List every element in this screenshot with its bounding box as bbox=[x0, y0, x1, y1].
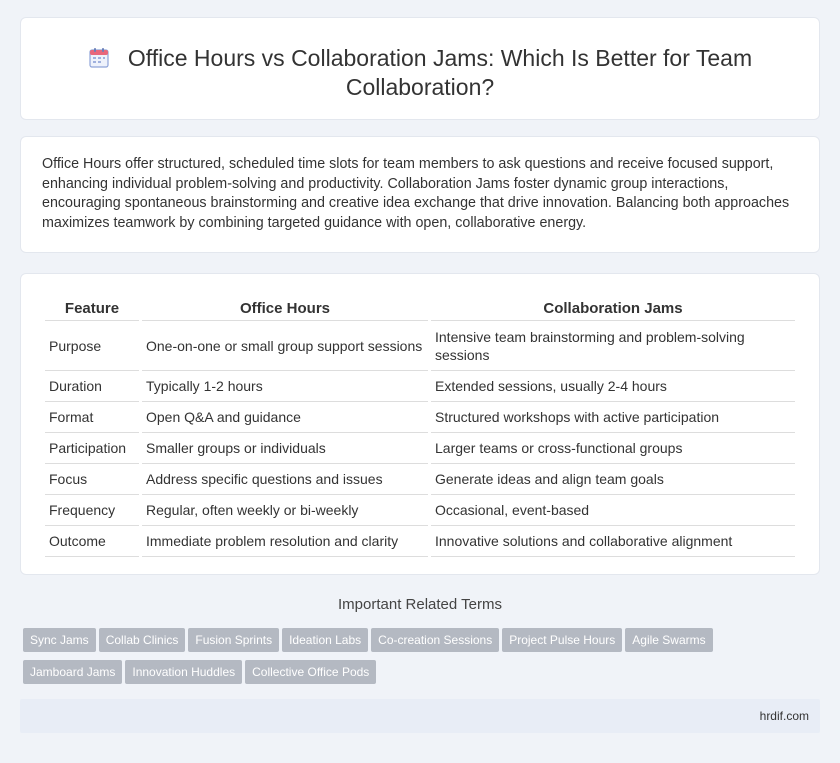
comparison-card: Feature Office Hours Collaboration Jams … bbox=[20, 273, 820, 575]
feature-cell: Frequency bbox=[45, 495, 139, 526]
related-term-tag[interactable]: Innovation Huddles bbox=[125, 660, 243, 684]
collaboration-jams-cell: Occasional, event-based bbox=[431, 495, 795, 526]
table-row: Frequency Regular, often weekly or bi-we… bbox=[45, 495, 795, 526]
table-row: Participation Smaller groups or individu… bbox=[45, 433, 795, 464]
collaboration-jams-cell: Intensive team brainstorming and problem… bbox=[431, 321, 795, 371]
collaboration-jams-cell: Innovative solutions and collaborative a… bbox=[431, 526, 795, 557]
footer-site-link[interactable]: hrdif.com bbox=[760, 709, 809, 723]
related-terms-heading: Important Related Terms bbox=[338, 596, 502, 613]
related-term-tag[interactable]: Collective Office Pods bbox=[245, 660, 377, 684]
table-row: Format Open Q&A and guidance Structured … bbox=[45, 402, 795, 433]
feature-cell: Outcome bbox=[45, 526, 139, 557]
page-title: Office Hours vs Collaboration Jams: Whic… bbox=[127, 45, 753, 100]
feature-cell: Format bbox=[45, 402, 139, 433]
related-term-tag[interactable]: Jamboard Jams bbox=[23, 660, 123, 684]
header-office-hours: Office Hours bbox=[142, 296, 428, 321]
related-term-tag[interactable]: Project Pulse Hours bbox=[502, 628, 623, 652]
title-card: Office Hours vs Collaboration Jams: Whic… bbox=[20, 17, 820, 120]
feature-cell: Focus bbox=[45, 464, 139, 495]
office-hours-cell: One-on-one or small group support sessio… bbox=[142, 321, 428, 371]
related-terms-list: Sync Jams Collab Clinics Fusion Sprints Ide… bbox=[23, 628, 813, 692]
feature-cell: Duration bbox=[45, 371, 139, 402]
related-term-tag[interactable]: Agile Swarms bbox=[625, 628, 713, 652]
collaboration-jams-cell: Extended sessions, usually 2-4 hours bbox=[431, 371, 795, 402]
related-term-tag[interactable]: Fusion Sprints bbox=[188, 628, 280, 652]
footer-bar: hrdif.com bbox=[20, 699, 820, 733]
table-row: Outcome Immediate problem resolution and… bbox=[45, 526, 795, 557]
office-hours-cell: Regular, often weekly or bi-weekly bbox=[142, 495, 428, 526]
office-hours-cell: Smaller groups or individuals bbox=[142, 433, 428, 464]
office-hours-cell: Immediate problem resolution and clarity bbox=[142, 526, 428, 557]
office-hours-cell: Typically 1-2 hours bbox=[142, 371, 428, 402]
collaboration-jams-cell: Structured workshops with active partici… bbox=[431, 402, 795, 433]
related-term-tag[interactable]: Co-creation Sessions bbox=[371, 628, 500, 652]
collaboration-jams-cell: Generate ideas and align team goals bbox=[431, 464, 795, 495]
feature-cell: Participation bbox=[45, 433, 139, 464]
header-collaboration-jams: Collaboration Jams bbox=[431, 296, 795, 321]
collaboration-jams-cell: Larger teams or cross-functional groups bbox=[431, 433, 795, 464]
table-row: Focus Address specific questions and iss… bbox=[45, 464, 795, 495]
calendar-icon bbox=[89, 48, 109, 68]
table-header-row: Feature Office Hours Collaboration Jams bbox=[45, 296, 795, 321]
office-hours-cell: Address specific questions and issues bbox=[142, 464, 428, 495]
page-title-wrap: Office Hours vs Collaboration Jams: Whic… bbox=[21, 44, 819, 102]
related-term-tag[interactable]: Sync Jams bbox=[23, 628, 96, 652]
header-feature: Feature bbox=[45, 296, 139, 321]
related-term-tag[interactable]: Collab Clinics bbox=[98, 628, 186, 652]
office-hours-cell: Open Q&A and guidance bbox=[142, 402, 428, 433]
table-row: Purpose One-on-one or small group suppor… bbox=[45, 321, 795, 371]
related-term-tag[interactable]: Ideation Labs bbox=[282, 628, 369, 652]
feature-cell: Purpose bbox=[45, 321, 139, 371]
intro-paragraph: Office Hours offer structured, scheduled… bbox=[42, 156, 790, 231]
comparison-table: Feature Office Hours Collaboration Jams … bbox=[42, 296, 798, 557]
intro-card: Office Hours offer structured, scheduled… bbox=[20, 136, 820, 253]
table-row: Duration Typically 1-2 hours Extended se… bbox=[45, 371, 795, 402]
